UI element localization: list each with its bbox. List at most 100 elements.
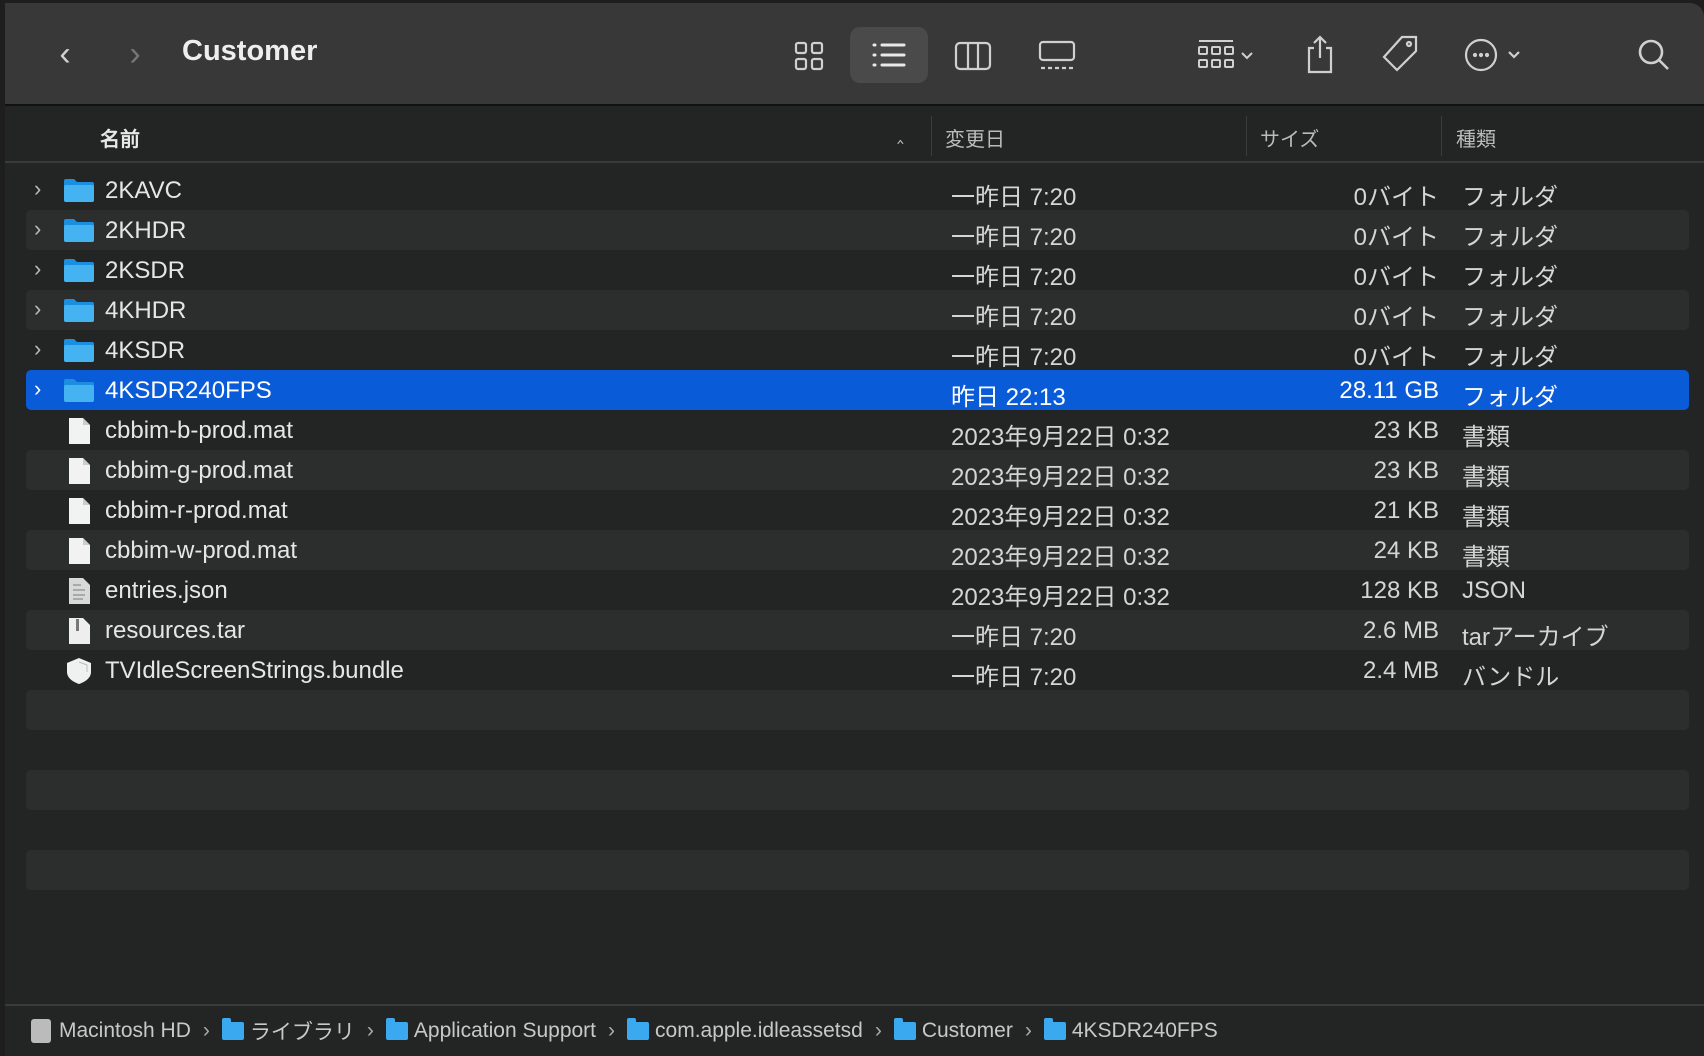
path-bar: Macintosh HD › ライブラリ › Application Support › c… xyxy=(5,1004,1704,1056)
path-separator-icon: › xyxy=(366,1019,374,1042)
file-name: cbbim-b-prod.mat xyxy=(105,417,294,444)
path-item-label: ライブラリ xyxy=(249,1021,355,1044)
file-name: cbbim-r-prod.mat xyxy=(105,497,288,524)
more-actions-button[interactable] xyxy=(1460,31,1530,79)
column-date[interactable]: 変更日 xyxy=(945,123,1005,152)
bundle-icon xyxy=(63,657,95,692)
tag-button[interactable] xyxy=(1375,29,1425,79)
disclosure-chevron-icon[interactable]: › xyxy=(34,256,41,282)
modified-date: 2023年9月22日 0:32 xyxy=(951,504,1170,531)
file-size: 28.11 GB xyxy=(1339,377,1439,404)
path-separator-icon: › xyxy=(608,1019,616,1042)
modified-date: 2023年9月22日 0:32 xyxy=(951,584,1170,611)
file-size: 0バイト xyxy=(1353,184,1439,211)
file-kind: 書類 xyxy=(1462,544,1510,571)
file-kind: フォルダ xyxy=(1462,384,1558,411)
search-icon xyxy=(1638,39,1669,70)
disclosure-chevron-icon[interactable]: › xyxy=(34,176,41,202)
file-size: 0バイト xyxy=(1353,304,1439,331)
table-row[interactable]: › 2KSDR 一昨日 7:20 0バイト フォルダ xyxy=(26,250,1689,291)
columns-icon xyxy=(954,41,992,71)
file-kind: JSON xyxy=(1462,577,1527,604)
hard-drive-icon xyxy=(31,1019,51,1043)
table-row[interactable]: TVIdleScreenStrings.bundle 一昨日 7:20 2.4 MB… xyxy=(26,650,1689,692)
table-row[interactable]: › 2KHDR 一昨日 7:20 0バイト フォルダ xyxy=(26,210,1689,251)
file-size: 2.6 MB xyxy=(1362,617,1439,644)
table-row[interactable]: › 4KSDR 一昨日 7:20 0バイト フォルダ xyxy=(26,330,1689,371)
file-name: cbbim-w-prod.mat xyxy=(105,537,298,564)
table-row[interactable]: cbbim-w-prod.mat 2023年9月22日 0:32 24 KB 書類 xyxy=(26,530,1689,572)
path-item[interactable]: Application Support xyxy=(385,1018,596,1043)
finder-window: ‹ › Customer 名前 ‸ 変更日 サイズ 種類 › 2KAVC 一昨日… xyxy=(5,3,1704,1056)
path-item[interactable]: com.apple.idleassetsd xyxy=(627,1018,863,1043)
path-item-label: 4KSDR240FPS xyxy=(1071,1019,1218,1042)
table-row[interactable]: › 4KHDR 一昨日 7:20 0バイト フォルダ xyxy=(26,290,1689,331)
doc-icon xyxy=(63,417,95,452)
file-kind: 書類 xyxy=(1462,424,1510,451)
table-row[interactable]: entries.json 2023年9月22日 0:32 128 KB JSON xyxy=(26,570,1689,612)
file-name: 4KSDR xyxy=(105,337,186,364)
path-item[interactable]: ライブラリ xyxy=(221,1016,355,1046)
disclosure-chevron-icon[interactable]: › xyxy=(34,376,41,402)
empty-row xyxy=(26,690,1689,730)
share-button[interactable] xyxy=(1295,29,1345,79)
path-item[interactable]: Macintosh HD xyxy=(31,1019,191,1043)
path-separator-icon: › xyxy=(874,1019,882,1042)
column-size[interactable]: サイズ xyxy=(1260,123,1319,152)
file-kind: 書類 xyxy=(1462,464,1510,491)
modified-date: 一昨日 7:20 xyxy=(951,344,1077,371)
disclosure-chevron-icon[interactable]: › xyxy=(34,216,41,242)
file-kind: tarアーカイブ xyxy=(1462,624,1609,651)
back-button[interactable]: ‹ xyxy=(45,33,85,75)
folder-icon xyxy=(63,337,95,370)
path-item[interactable]: Customer xyxy=(893,1018,1013,1043)
icon-view-button[interactable] xyxy=(783,33,835,79)
modified-date: 一昨日 7:20 xyxy=(951,304,1077,331)
json-icon xyxy=(63,577,95,612)
column-name[interactable]: 名前 xyxy=(100,123,140,152)
doc-icon xyxy=(63,537,95,572)
table-row[interactable]: cbbim-g-prod.mat 2023年9月22日 0:32 23 KB 書類 xyxy=(26,450,1689,491)
list-view-button[interactable] xyxy=(850,27,928,83)
file-name: 2KAVC xyxy=(105,177,182,204)
file-size: 23 KB xyxy=(1373,457,1439,484)
sort-ascending-icon[interactable]: ‸ xyxy=(897,120,904,145)
modified-date: 一昨日 7:20 xyxy=(951,664,1077,691)
file-name: TVIdleScreenStrings.bundle xyxy=(105,657,404,684)
share-icon xyxy=(1307,35,1333,74)
file-name: resources.tar xyxy=(105,617,246,644)
file-name: 4KSDR240FPS xyxy=(105,377,272,404)
doc-icon xyxy=(63,497,95,532)
empty-row xyxy=(26,890,1689,930)
file-kind: フォルダ xyxy=(1462,184,1558,211)
empty-row xyxy=(26,730,1689,770)
file-size: 128 KB xyxy=(1360,577,1439,604)
disclosure-chevron-icon[interactable]: › xyxy=(34,296,41,322)
file-size: 23 KB xyxy=(1373,417,1439,444)
modified-date: 昨日 22:13 xyxy=(951,384,1066,411)
table-row[interactable]: resources.tar 一昨日 7:20 2.6 MB tarアーカイブ xyxy=(26,610,1689,651)
forward-button[interactable]: › xyxy=(115,33,155,75)
column-view-button[interactable] xyxy=(947,33,999,79)
file-kind: バンドル xyxy=(1462,664,1560,691)
file-size: 24 KB xyxy=(1373,537,1439,564)
search-button[interactable] xyxy=(1630,31,1678,79)
window-title: Customer xyxy=(182,35,318,67)
group-button[interactable] xyxy=(1185,33,1265,79)
modified-date: 一昨日 7:20 xyxy=(951,224,1077,251)
gallery-view-button[interactable] xyxy=(1029,33,1085,79)
file-list: › 2KAVC 一昨日 7:20 0バイト フォルダ › 2KHDR 一昨日 7:20 0バイト… xyxy=(26,170,1689,930)
table-row[interactable]: › 2KAVC 一昨日 7:20 0バイト フォルダ xyxy=(26,170,1689,211)
path-item[interactable]: 4KSDR240FPS xyxy=(1043,1018,1218,1043)
file-name: entries.json xyxy=(105,577,228,604)
modified-date: 2023年9月22日 0:32 xyxy=(951,464,1170,491)
table-row[interactable]: cbbim-r-prod.mat 2023年9月22日 0:32 21 KB 書類 xyxy=(26,490,1689,532)
ellipsis-circle-icon xyxy=(1464,38,1520,72)
modified-date: 一昨日 7:20 xyxy=(951,184,1077,211)
empty-row xyxy=(26,850,1689,890)
disclosure-chevron-icon[interactable]: › xyxy=(34,336,41,362)
table-row[interactable]: › 4KSDR240FPS 昨日 22:13 28.11 GB フォルダ xyxy=(26,370,1689,411)
column-kind[interactable]: 種類 xyxy=(1456,123,1496,152)
table-row[interactable]: cbbim-b-prod.mat 2023年9月22日 0:32 23 KB 書類 xyxy=(26,410,1689,452)
modified-date: 一昨日 7:20 xyxy=(951,624,1077,651)
